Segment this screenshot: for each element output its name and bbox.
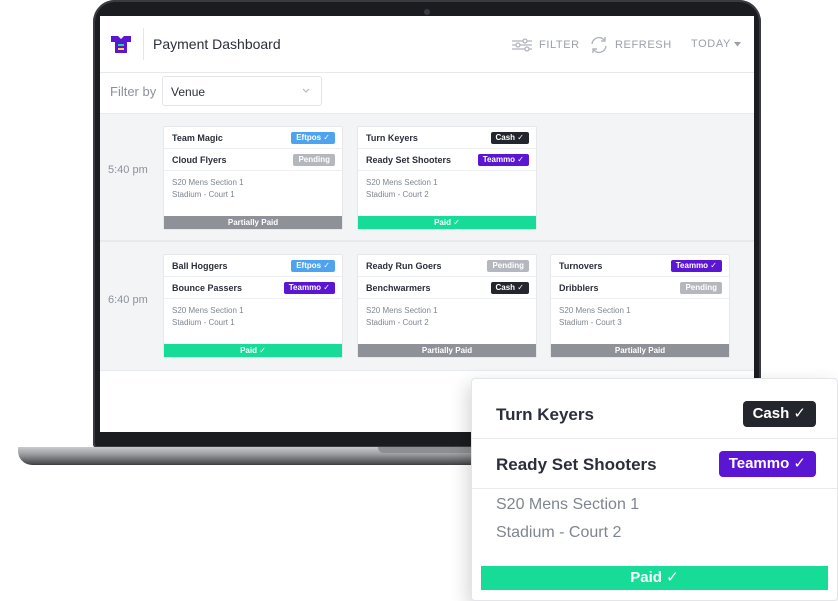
caret-down-icon (733, 41, 741, 46)
payment-status: Partially Paid (358, 344, 536, 357)
payment-status: Paid ✓ (358, 216, 536, 229)
team-name: Team Magic (172, 133, 223, 143)
team-name: Bounce Passers (172, 283, 243, 293)
team-row: Cloud Flyers Pending (164, 149, 342, 171)
payment-badge: Teammo ✓ (477, 154, 529, 166)
court-text: Stadium - Court 2 (366, 190, 429, 199)
payment-badge: Pending (487, 260, 529, 272)
venue-select-value: Venue (171, 85, 206, 99)
section-text: S20 Mens Section 1 (559, 306, 631, 315)
team-row: Turn Keyers Cash ✓ (358, 127, 536, 149)
zoomed-game-card[interactable]: Turn Keyers Cash ✓ Ready Set Shooters Te… (471, 378, 838, 601)
game-meta: S20 Mens Section 1 Stadium - Court 2 (366, 305, 438, 329)
game-card[interactable]: Ready Run Goers Pending Benchwarmers Cas… (357, 254, 537, 358)
date-label: TODAY (691, 38, 731, 50)
team-row: Ready Set Shooters Teammo ✓ (472, 439, 837, 489)
section-text: S20 Mens Section 1 (172, 178, 244, 187)
slot-time: 6:40 pm (108, 294, 148, 306)
payment-badge: Cash ✓ (490, 132, 529, 144)
team-row: Turnovers Teammo ✓ (551, 255, 729, 277)
payment-status: Paid ✓ (481, 566, 828, 590)
game-card[interactable]: Ball Hoggers Eftpos ✓ Bounce Passers Tea… (163, 254, 343, 358)
team-name: Turnovers (559, 261, 603, 271)
payment-badge: Eftpos ✓ (291, 260, 335, 272)
game-card[interactable]: Turn Keyers Cash ✓ Ready Set Shooters Te… (357, 126, 537, 230)
laptop-notch (378, 447, 478, 453)
payment-status: Partially Paid (551, 344, 729, 357)
payment-badge: Cash ✓ (742, 401, 816, 427)
payment-status: Paid ✓ (164, 344, 342, 357)
filter-label: FILTER (539, 39, 580, 51)
game-card[interactable]: Team Magic Eftpos ✓ Cloud Flyers Pending… (163, 126, 343, 230)
payment-badge: Teammo ✓ (283, 282, 335, 294)
team-row: Ready Run Goers Pending (358, 255, 536, 277)
game-card[interactable]: Turnovers Teammo ✓ Dribblers Pending S20… (550, 254, 730, 358)
time-slot: 5:40 pm Team Magic Eftpos ✓ Cloud Flyers… (100, 113, 754, 241)
payment-badge: Teammo ✓ (670, 260, 722, 272)
game-meta: S20 Mens Section 1 Stadium - Court 2 (366, 177, 438, 201)
team-name: Ready Run Goers (366, 261, 442, 271)
section-text: S20 Mens Section 1 (496, 496, 640, 513)
court-text: Stadium - Court 1 (172, 318, 235, 327)
payment-status: Partially Paid (164, 216, 342, 229)
filter-button[interactable]: FILTER (511, 38, 580, 52)
team-name: Benchwarmers (366, 283, 431, 293)
payment-badge: Teammo ✓ (718, 451, 816, 477)
game-meta: S20 Mens Section 1 Stadium - Court 2 (496, 491, 639, 547)
team-row: Turn Keyers Cash ✓ (472, 389, 837, 439)
team-name: Cloud Flyers (172, 155, 227, 165)
section-text: S20 Mens Section 1 (172, 306, 244, 315)
slot-time: 5:40 pm (108, 164, 148, 176)
court-text: Stadium - Court 2 (366, 318, 429, 327)
team-name: Turn Keyers (496, 405, 594, 424)
logo-icon (111, 36, 131, 53)
app-header: Payment Dashboard FILTER REFRESH TODAY (100, 16, 754, 73)
game-meta: S20 Mens Section 1 Stadium - Court 1 (172, 177, 244, 201)
court-text: Stadium - Court 2 (496, 524, 622, 541)
camera-dot (424, 9, 430, 15)
filter-row: Filter by Venue (100, 73, 754, 113)
game-meta: S20 Mens Section 1 Stadium - Court 1 (172, 305, 244, 329)
team-name: Ready Set Shooters (366, 155, 452, 165)
sliders-icon (512, 38, 532, 52)
app-screen: Payment Dashboard FILTER REFRESH TODAY F… (100, 16, 754, 432)
team-name: Turn Keyers (366, 133, 418, 143)
team-name: Dribblers (559, 283, 599, 293)
filter-by-label: Filter by (110, 84, 157, 99)
team-row: Team Magic Eftpos ✓ (164, 127, 342, 149)
team-row: Benchwarmers Cash ✓ (358, 277, 536, 299)
date-dropdown[interactable]: TODAY (691, 38, 741, 50)
team-row: Ready Set Shooters Teammo ✓ (358, 149, 536, 171)
team-row: Ball Hoggers Eftpos ✓ (164, 255, 342, 277)
refresh-icon (591, 36, 607, 54)
game-meta: S20 Mens Section 1 Stadium - Court 3 (559, 305, 631, 329)
team-row: Dribblers Pending (551, 277, 729, 299)
team-row: Bounce Passers Teammo ✓ (164, 277, 342, 299)
court-text: Stadium - Court 1 (172, 190, 235, 199)
page-title: Payment Dashboard (153, 36, 281, 52)
refresh-label: REFRESH (615, 39, 672, 51)
chevron-down-icon (302, 88, 310, 93)
payment-badge: Eftpos ✓ (291, 132, 335, 144)
payment-badge: Pending (680, 282, 722, 294)
refresh-button[interactable]: REFRESH (589, 35, 672, 55)
time-slot: 6:40 pm Ball Hoggers Eftpos ✓ Bounce Pas… (100, 241, 754, 371)
header-divider (143, 28, 144, 60)
section-text: S20 Mens Section 1 (366, 306, 438, 315)
payment-badge: Cash ✓ (490, 282, 529, 294)
team-name: Ball Hoggers (172, 261, 228, 271)
venue-select[interactable]: Venue (162, 76, 322, 106)
team-name: Ready Set Shooters (496, 455, 657, 474)
section-text: S20 Mens Section 1 (366, 178, 438, 187)
payment-badge: Pending (293, 154, 335, 166)
court-text: Stadium - Court 3 (559, 318, 622, 327)
